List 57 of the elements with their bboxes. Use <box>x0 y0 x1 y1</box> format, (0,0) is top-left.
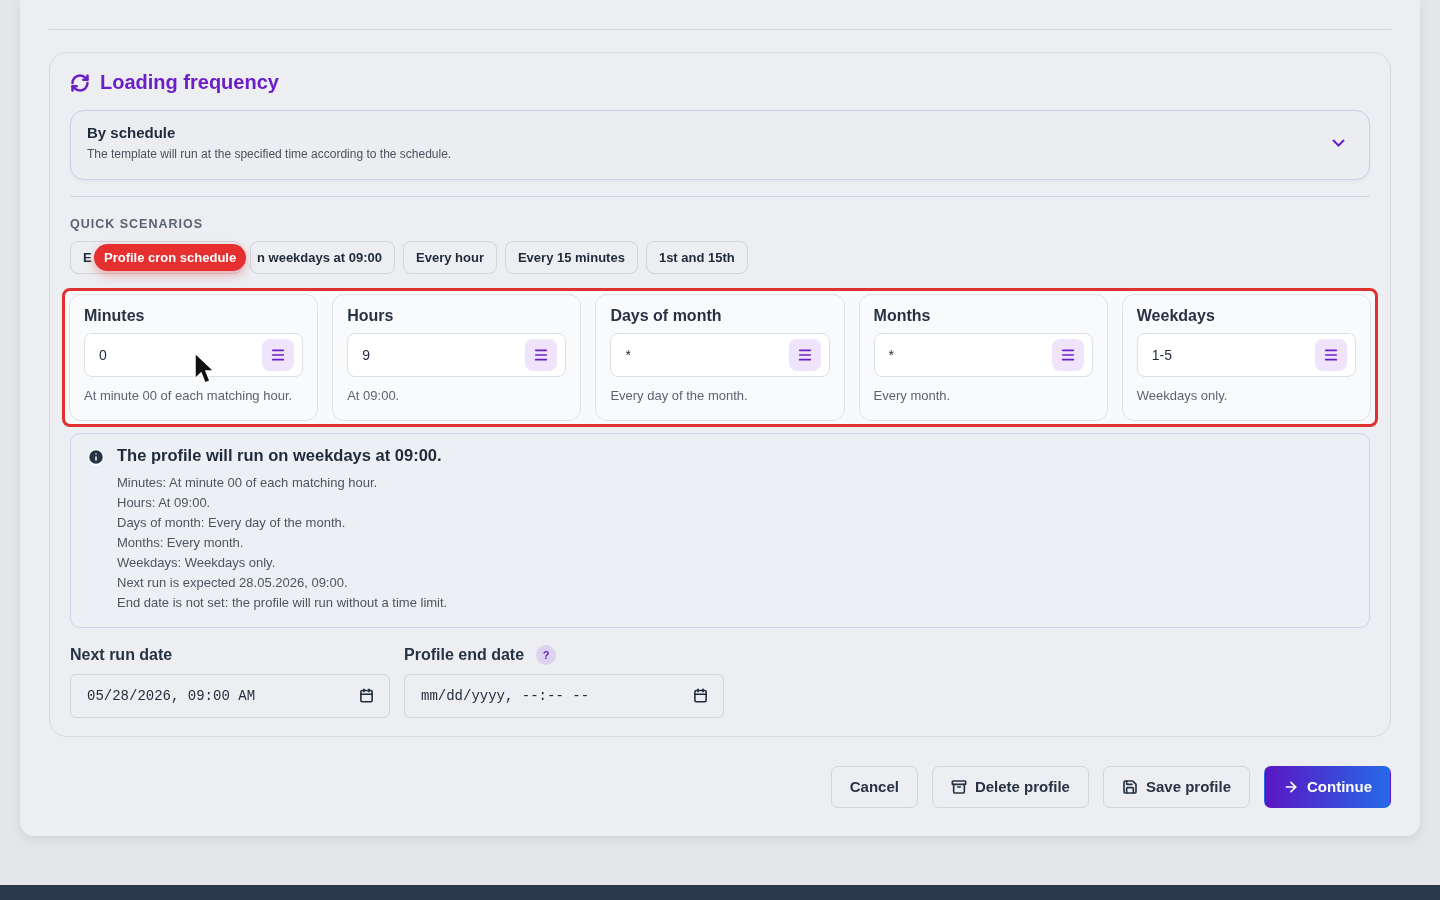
summary-line: End date is not set: the profile will run without a time limit. <box>117 593 448 612</box>
archive-icon <box>950 778 967 795</box>
list-button[interactable] <box>262 339 295 371</box>
scenario-chip[interactable]: Every 15 minutes <box>504 241 638 274</box>
save-button[interactable]: Save profile <box>1102 765 1250 808</box>
scenario-chip[interactable]: 1st and 15th <box>645 241 748 274</box>
list-button[interactable] <box>788 339 821 371</box>
field-label: Hours <box>347 307 395 325</box>
date-input[interactable]: 05/28/2026, 09:00 AM <box>70 673 390 718</box>
field-label: Profile end date <box>404 645 525 664</box>
section-label: QUICK SCENARIOS <box>70 217 205 231</box>
continue-button[interactable]: Continue <box>1264 765 1391 808</box>
scenario-chip[interactable]: n weekdays at 09:00 <box>250 241 396 274</box>
field-hint: Every month. <box>873 387 952 405</box>
cron-input[interactable]: 1-5 <box>1136 333 1356 377</box>
menu-icon <box>533 347 550 363</box>
refresh-icon <box>70 72 90 93</box>
chevron-down-icon <box>1332 138 1345 147</box>
help-icon[interactable]: ? <box>536 644 557 665</box>
scenario-chip[interactable]: Every hour <box>403 241 497 274</box>
summary-line: Days of month: Every day of the month. <box>117 513 347 532</box>
menu-icon <box>270 347 287 363</box>
menu-icon <box>1059 347 1076 363</box>
summary-line: Weekdays: Weekdays only. <box>117 553 277 572</box>
summary-line: Minutes: At minute 00 of each matching hour. <box>117 473 379 492</box>
cron-input[interactable]: * <box>610 333 830 377</box>
mode-dropdown[interactable]: By schedule The template will run at the specified time according to the schedule. <box>70 110 1370 180</box>
list-button[interactable] <box>1315 339 1347 371</box>
cron-input[interactable]: 0 <box>84 333 304 377</box>
field-label: Minutes <box>84 307 146 325</box>
calendar-icon[interactable] <box>693 687 708 703</box>
date-input[interactable]: mm/dd/yyyy, --:-- -- <box>404 673 724 718</box>
field-label: Weekdays <box>1136 307 1216 325</box>
field-hint: At minute 00 of each matching hour. <box>84 387 294 405</box>
cancel-button[interactable]: Cancel <box>830 765 918 808</box>
cron-input[interactable]: 9 <box>347 333 567 377</box>
summary-line: Next run is expected 28.05.2026, 09:00. <box>117 573 349 592</box>
info-icon <box>87 447 105 466</box>
list-button[interactable] <box>1051 339 1084 371</box>
delete-button[interactable]: Delete profile <box>931 765 1089 808</box>
field-hint: Every day of the month. <box>610 387 749 405</box>
field-hint: At 09:00. <box>347 387 401 405</box>
calendar-icon[interactable] <box>359 687 374 703</box>
save-icon <box>1121 778 1138 795</box>
field-label: Next run date <box>70 645 173 664</box>
field-hint: Weekdays only. <box>1136 387 1229 405</box>
summary-line: Hours: At 09:00. <box>117 493 212 512</box>
cron-schedule-tooltip: Profile cron schedule <box>94 244 247 271</box>
cron-input[interactable]: * <box>873 333 1093 377</box>
menu-icon <box>796 347 813 363</box>
field-label: Days of month <box>610 307 723 325</box>
section-title: Loading frequency <box>100 71 279 94</box>
summary-title: The profile will run on weekdays at 09:00. <box>117 445 443 465</box>
field-label: Months <box>873 307 932 325</box>
menu-icon <box>1323 347 1339 363</box>
summary-line: Months: Every month. <box>117 533 245 552</box>
list-button[interactable] <box>525 339 558 371</box>
